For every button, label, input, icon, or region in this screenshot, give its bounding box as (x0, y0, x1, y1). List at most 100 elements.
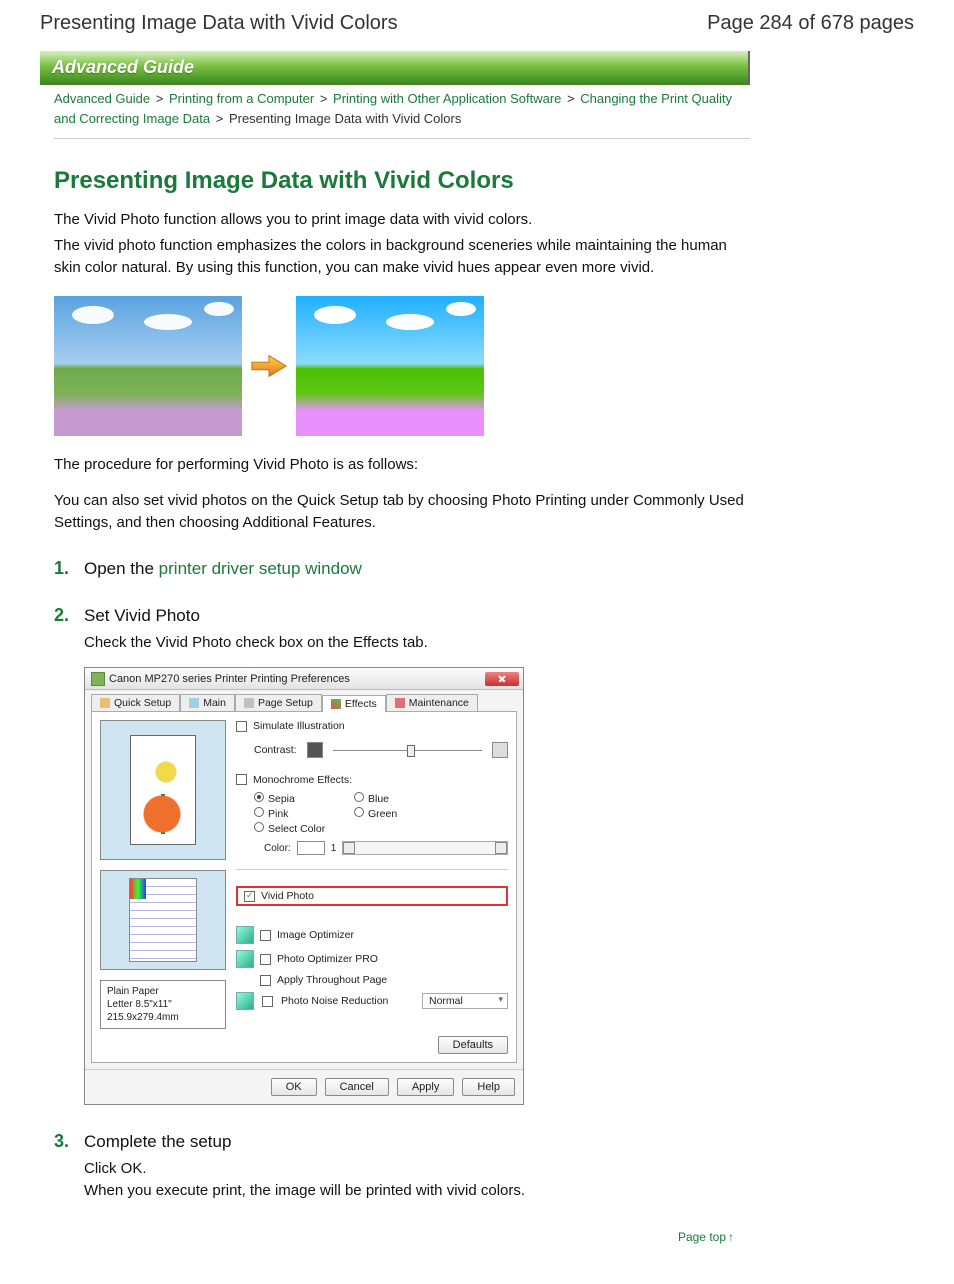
app-icon (91, 672, 105, 686)
breadcrumb-current: Presenting Image Data with Vivid Colors (229, 111, 461, 126)
page-header-title: Presenting Image Data with Vivid Colors (40, 12, 398, 35)
photo-optimizer-icon (236, 950, 254, 968)
page-top-link[interactable]: Page top (678, 1230, 726, 1244)
noise-level-combo[interactable]: Normal (422, 993, 508, 1009)
intro-p2: The vivid photo function emphasizes the … (54, 235, 750, 279)
page-number: Page 284 of 678 pages (707, 12, 914, 35)
intro-p1: The Vivid Photo function allows you to p… (54, 209, 750, 231)
image-optimizer-label: Image Optimizer (277, 929, 354, 941)
noise-reduction-label: Photo Noise Reduction (281, 995, 388, 1007)
step-title-text: Open the (84, 559, 159, 578)
tab-icon (244, 698, 254, 708)
tab-maintenance[interactable]: Maintenance (386, 694, 478, 711)
noise-reduction-checkbox[interactable] (262, 996, 273, 1007)
apply-throughout-label: Apply Throughout Page (277, 974, 387, 986)
breadcrumb: Advanced Guide > Printing from a Compute… (54, 89, 750, 139)
breadcrumb-link[interactable]: Advanced Guide (54, 91, 150, 106)
tab-icon (100, 698, 110, 708)
color-value: 1 (331, 843, 337, 854)
radio-label: Blue (368, 793, 389, 805)
cancel-button[interactable]: Cancel (325, 1078, 389, 1096)
monochrome-checkbox[interactable] (236, 774, 247, 785)
guide-banner-label: Advanced Guide (52, 57, 194, 78)
mid-p2: You can also set vivid photos on the Qui… (54, 490, 750, 534)
sepia-radio[interactable] (254, 792, 264, 802)
dialog-titlebar: Canon MP270 series Printer Printing Pref… (85, 668, 523, 690)
guide-banner: Advanced Guide (40, 51, 750, 85)
step-title-text: Set Vivid Photo (84, 606, 200, 626)
tab-icon (331, 699, 341, 709)
before-image (54, 296, 242, 436)
tab-label: Maintenance (409, 697, 469, 709)
radio-label: Pink (268, 808, 288, 820)
image-optimizer-icon (236, 926, 254, 944)
step-title-text: Complete the setup (84, 1132, 231, 1152)
page-preview (100, 870, 226, 970)
before-after-images (54, 296, 750, 436)
paper-size: Letter 8.5"x11" 215.9x279.4mm (107, 998, 219, 1024)
tab-main[interactable]: Main (180, 694, 235, 711)
radio-label: Select Color (268, 823, 325, 835)
noise-reduction-icon (236, 992, 254, 1010)
breadcrumb-link[interactable]: Printing from a Computer (169, 91, 314, 106)
tab-quick-setup[interactable]: Quick Setup (91, 694, 180, 711)
select-color-radio[interactable] (254, 822, 264, 832)
page-title: Presenting Image Data with Vivid Colors (54, 167, 750, 195)
green-radio[interactable] (354, 807, 364, 817)
breadcrumb-sep: > (567, 91, 575, 106)
blue-radio[interactable] (354, 792, 364, 802)
contrast-label: Contrast: (254, 744, 297, 756)
apply-throughout-checkbox[interactable] (260, 975, 271, 986)
radio-label: Sepia (268, 793, 295, 805)
vivid-photo-checkbox[interactable] (244, 891, 255, 902)
tab-effects[interactable]: Effects (322, 695, 386, 712)
simulate-illustration-checkbox[interactable] (236, 721, 247, 732)
ok-button[interactable]: OK (271, 1078, 317, 1096)
monochrome-label: Monochrome Effects: (253, 774, 352, 786)
step-body: Check the Vivid Photo check box on the E… (84, 632, 750, 654)
arrow-right-icon (250, 352, 288, 380)
vivid-photo-highlight: Vivid Photo (236, 886, 508, 906)
paper-type: Plain Paper (107, 985, 219, 998)
breadcrumb-sep: > (216, 111, 224, 126)
tab-row: Quick Setup Main Page Setup Effects Main… (85, 690, 523, 711)
defaults-button[interactable]: Defaults (438, 1036, 508, 1054)
color-label: Color: (264, 843, 291, 854)
radio-label: Green (368, 808, 397, 820)
breadcrumb-sep: > (320, 91, 328, 106)
photo-optimizer-label: Photo Optimizer PRO (277, 953, 378, 965)
paper-info: Plain Paper Letter 8.5"x11" 215.9x279.4m… (100, 980, 226, 1029)
color-swatch (297, 841, 325, 855)
contrast-low-icon (307, 742, 323, 758)
simulate-label: Simulate Illustration (253, 720, 345, 732)
image-optimizer-checkbox[interactable] (260, 930, 271, 941)
tab-icon (189, 698, 199, 708)
step-number: 2. (54, 605, 76, 626)
tab-label: Quick Setup (114, 697, 171, 709)
mid-p1: The procedure for performing Vivid Photo… (54, 454, 750, 476)
contrast-slider[interactable] (333, 743, 482, 757)
step-number: 3. (54, 1131, 76, 1152)
tab-page-setup[interactable]: Page Setup (235, 694, 322, 711)
tab-icon (395, 698, 405, 708)
contrast-high-icon (492, 742, 508, 758)
pink-radio[interactable] (254, 807, 264, 817)
step-body: Click OK. When you execute print, the im… (84, 1158, 750, 1202)
after-image (296, 296, 484, 436)
preview-image (100, 720, 226, 860)
help-button[interactable]: Help (462, 1078, 515, 1096)
breadcrumb-link[interactable]: Printing with Other Application Software (333, 91, 561, 106)
photo-optimizer-checkbox[interactable] (260, 954, 271, 965)
dialog-title: Canon MP270 series Printer Printing Pref… (109, 673, 350, 685)
color-scrollbar[interactable] (342, 841, 508, 855)
breadcrumb-sep: > (156, 91, 164, 106)
printing-preferences-dialog: Canon MP270 series Printer Printing Pref… (84, 667, 524, 1105)
tab-label: Main (203, 697, 226, 709)
tab-label: Page Setup (258, 697, 313, 709)
apply-button[interactable]: Apply (397, 1078, 455, 1096)
tab-label: Effects (345, 698, 377, 710)
vivid-photo-label: Vivid Photo (261, 890, 314, 902)
step-number: 1. (54, 558, 76, 579)
close-icon[interactable] (485, 672, 519, 686)
printer-driver-setup-link[interactable]: printer driver setup window (159, 559, 362, 578)
